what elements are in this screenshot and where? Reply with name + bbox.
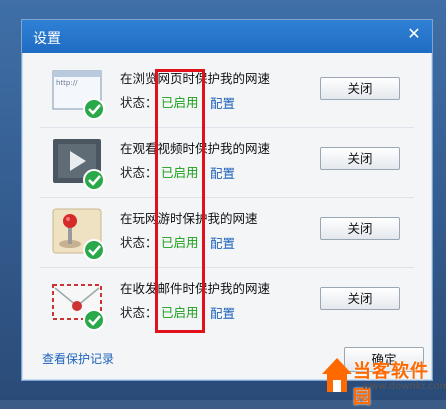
row-video: 在观看视频时保护我的网速 状态： 已启用 配置 关闭 bbox=[22, 128, 432, 198]
browser-icon: http:// bbox=[50, 66, 106, 122]
watermark: 当客软件园 www.downkr.com bbox=[318, 354, 446, 408]
game-icon bbox=[50, 206, 106, 262]
browser-url-text: http:// bbox=[56, 79, 78, 87]
close-icon[interactable]: ✕ bbox=[405, 25, 423, 43]
house-logo-icon bbox=[322, 358, 352, 392]
video-icon bbox=[50, 136, 106, 192]
row-browsing: http:// 在浏览网页时保护我的网速 状态： 已启用 配置 关闭 bbox=[22, 58, 432, 128]
config-link[interactable]: 配置 bbox=[210, 233, 235, 252]
status-label: 状态： bbox=[120, 95, 158, 110]
titlebar: 设置 ✕ bbox=[22, 20, 432, 53]
row-game: 在玩网游时保护我的网速 状态： 已启用 配置 关闭 bbox=[22, 198, 432, 268]
mail-icon bbox=[50, 276, 106, 332]
disable-button[interactable]: 关闭 bbox=[320, 217, 400, 240]
annotation-highlight-box bbox=[155, 69, 205, 333]
disable-button[interactable]: 关闭 bbox=[320, 147, 400, 170]
config-link[interactable]: 配置 bbox=[210, 163, 235, 182]
config-link[interactable]: 配置 bbox=[210, 93, 235, 112]
config-link[interactable]: 配置 bbox=[210, 303, 235, 322]
status-label: 状态： bbox=[120, 235, 158, 250]
row-mail: 在收发邮件时保护我的网速 状态： 已启用 配置 关闭 bbox=[22, 268, 432, 338]
watermark-url: www.downkr.com bbox=[362, 381, 446, 392]
disable-button[interactable]: 关闭 bbox=[320, 77, 400, 100]
view-history-link[interactable]: 查看保护记录 bbox=[42, 350, 114, 367]
status-label: 状态： bbox=[120, 165, 158, 180]
settings-dialog: 设置 ✕ http:// 在浏览网页时保护我的网速 状态： 已启用 配置 关闭 bbox=[21, 19, 433, 381]
disable-button[interactable]: 关闭 bbox=[320, 287, 400, 310]
status-label: 状态： bbox=[120, 305, 158, 320]
dialog-title: 设置 bbox=[33, 31, 61, 47]
